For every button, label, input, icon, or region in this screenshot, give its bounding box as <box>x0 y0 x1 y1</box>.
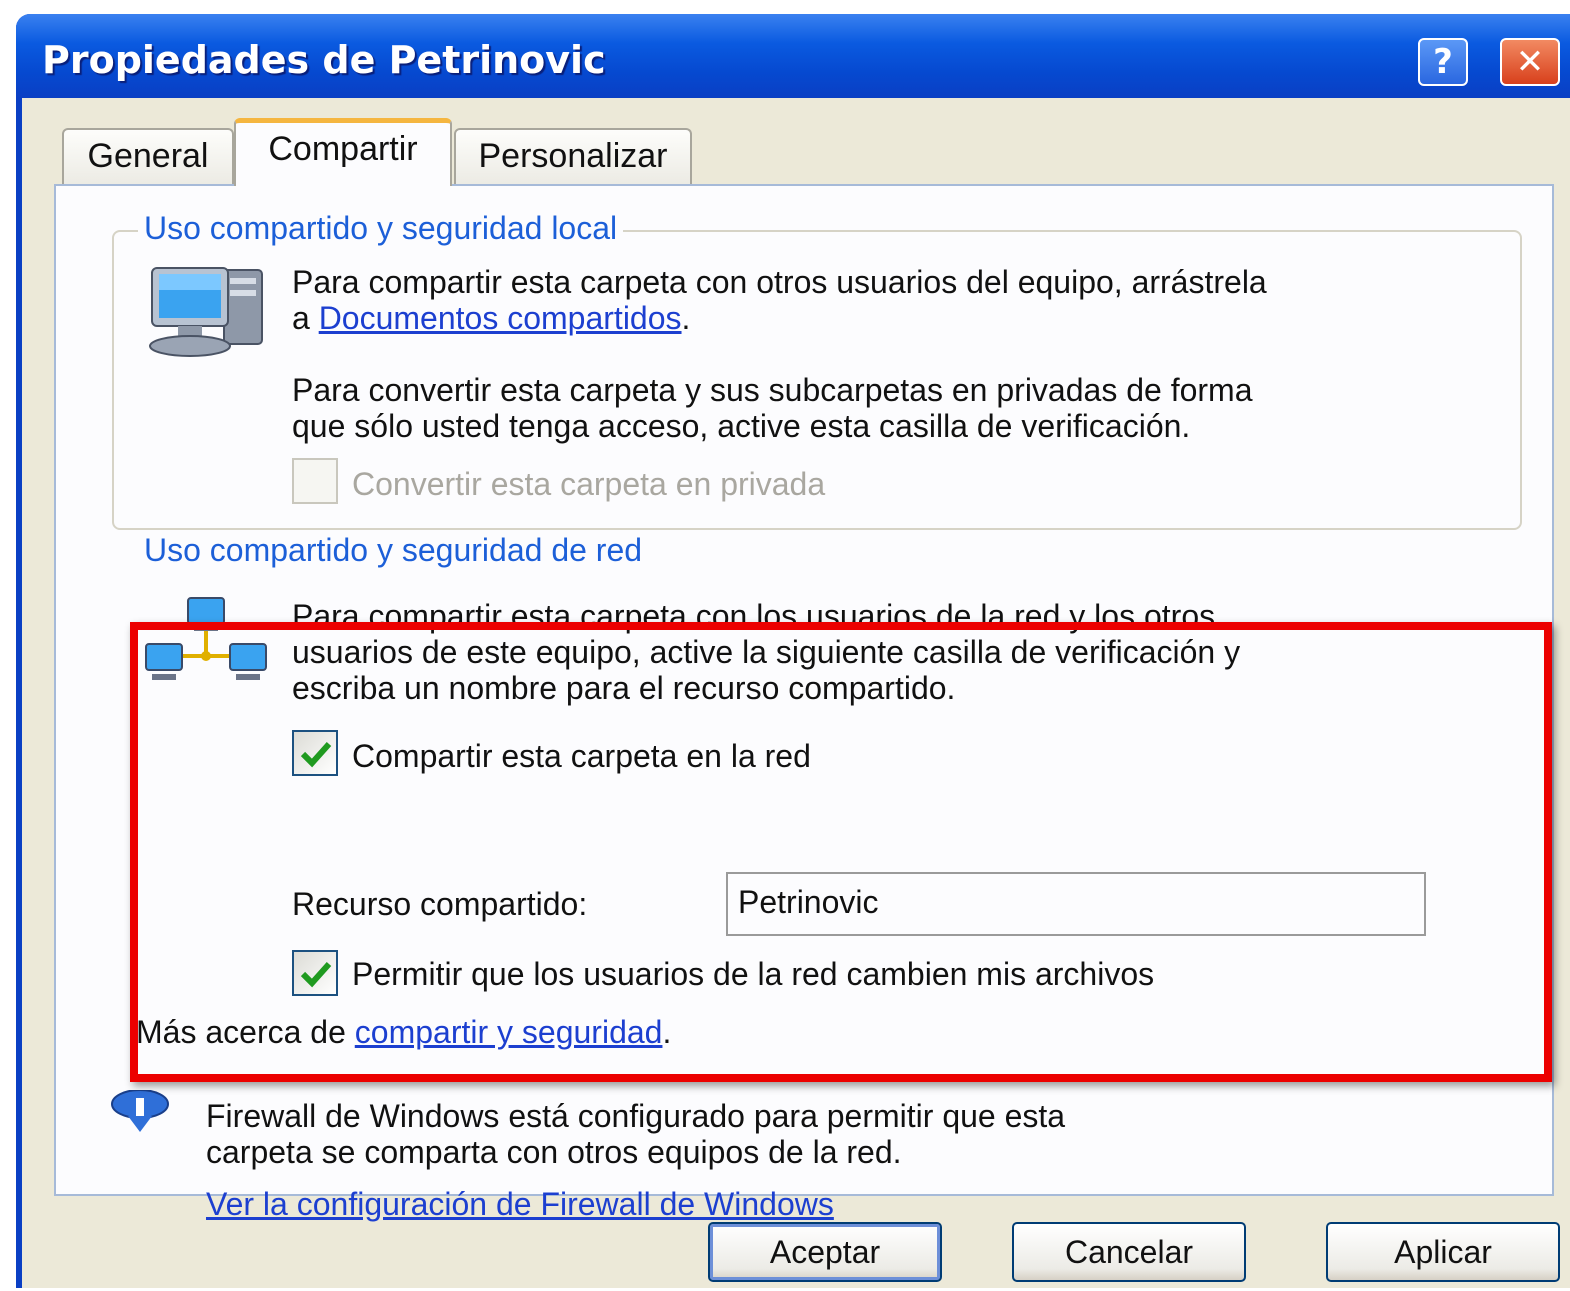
make-private-label: Convertir esta carpeta en privada <box>352 466 826 502</box>
firewall-text-2: carpeta se comparta con otros equipos de… <box>206 1134 902 1170</box>
local-sharing-text-1: Para compartir esta carpeta con otros us… <box>292 264 1267 300</box>
checkmark-icon <box>300 961 332 988</box>
share-on-network-label: Compartir esta carpeta en la red <box>352 738 811 774</box>
local-sharing-group-label: Uso compartido y seguridad local <box>138 210 624 247</box>
checkmark-icon <box>300 741 332 768</box>
title-bar[interactable]: Propiedades de Petrinovic ? ✕ <box>16 14 1570 98</box>
share-name-label: Recurso compartido: <box>292 886 588 922</box>
tab-personalizar[interactable]: Personalizar <box>454 128 692 184</box>
shared-documents-link[interactable]: Documentos compartidos <box>319 300 682 336</box>
tab-general[interactable]: General <box>62 128 234 184</box>
more-info-text: Más acerca de compartir y seguridad. <box>136 1014 671 1050</box>
more-info-prefix: Más acerca de <box>136 1014 355 1050</box>
local-sharing-suffix: . <box>681 300 691 336</box>
share-on-network-checkbox[interactable] <box>292 730 338 776</box>
network-sharing-text-3: escriba un nombre para el recurso compar… <box>292 670 956 706</box>
dialog-body: General Compartir Personalizar Uso compa… <box>22 98 1570 1288</box>
network-icon <box>145 597 267 680</box>
local-sharing-prefix: a <box>292 300 319 336</box>
allow-network-changes-checkbox[interactable] <box>292 950 338 996</box>
network-sharing-group-label: Uso compartido y seguridad de red <box>138 532 649 569</box>
computer-icon <box>149 267 263 357</box>
sharing-security-link[interactable]: compartir y seguridad <box>355 1014 663 1050</box>
network-sharing-text-1: Para compartir esta carpeta con los usua… <box>292 598 1216 634</box>
share-name-input[interactable]: Petrinovic <box>726 872 1426 936</box>
properties-window: Propiedades de Petrinovic ? ✕ General Co… <box>16 14 1570 1288</box>
firewall-settings-link[interactable]: Ver la configuración de Firewall de Wind… <box>206 1186 834 1222</box>
allow-network-changes-label: Permitir que los usuarios de la red camb… <box>352 956 1155 992</box>
apply-button[interactable]: Aplicar <box>1326 1222 1560 1282</box>
cancel-button[interactable]: Cancelar <box>1012 1222 1246 1282</box>
ok-button[interactable]: Aceptar <box>708 1222 942 1282</box>
network-sharing-text-2: usuarios de este equipo, active la sigui… <box>292 634 1241 670</box>
help-button[interactable]: ? <box>1418 38 1468 86</box>
private-info-text-1: Para convertir esta carpeta y sus subcar… <box>292 372 1253 408</box>
make-private-checkbox[interactable] <box>292 458 338 504</box>
close-button[interactable]: ✕ <box>1500 38 1560 86</box>
info-shield-icon <box>111 1090 169 1132</box>
firewall-text-1: Firewall de Windows está configurado par… <box>206 1098 1066 1134</box>
tab-compartir[interactable]: Compartir <box>234 118 452 186</box>
private-info-text-2: que sólo usted tenga acceso, active esta… <box>292 408 1191 444</box>
sharing-tab-panel: Uso compartido y seguridad local Para co… <box>54 184 1554 1222</box>
local-sharing-text-2: a Documentos compartidos. <box>292 300 690 336</box>
window-title: Propiedades de Petrinovic <box>42 38 606 82</box>
more-info-suffix: . <box>662 1014 672 1050</box>
